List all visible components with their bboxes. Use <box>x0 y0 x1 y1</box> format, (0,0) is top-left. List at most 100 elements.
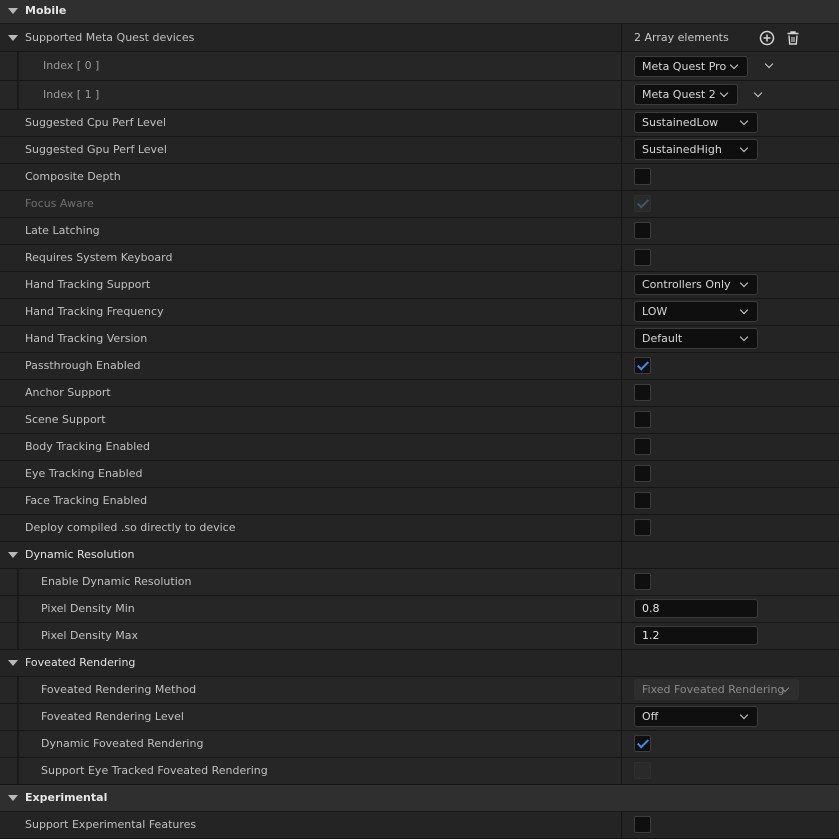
property-row-foveated-level: Foveated Rendering Level Off <box>0 704 839 731</box>
category-experimental[interactable]: Experimental <box>0 785 839 812</box>
group-dynamic-resolution[interactable]: Dynamic Resolution <box>0 542 839 569</box>
property-row-system-keyboard: Requires System Keyboard <box>0 245 839 272</box>
property-row-hand-tracking-version: Hand Tracking Version Default <box>0 326 839 353</box>
collapse-arrow-icon[interactable] <box>8 795 18 801</box>
chevron-down-icon <box>729 60 739 70</box>
category-title: Mobile <box>25 4 67 17</box>
property-row-enable-dynamic-resolution: Enable Dynamic Resolution <box>0 569 839 596</box>
experimental-features-checkbox[interactable] <box>634 816 651 833</box>
property-row-composite-depth: Composite Depth <box>0 164 839 191</box>
property-label: Support Eye Tracked Foveated Rendering <box>41 764 268 777</box>
property-row-supported-devices: Supported Meta Quest devices 2 Array ele… <box>0 24 839 52</box>
combo-value: Controllers Only <box>642 278 731 291</box>
checkmark-icon <box>636 358 650 371</box>
body-tracking-checkbox[interactable] <box>634 438 651 455</box>
property-label: Composite Depth <box>25 170 121 183</box>
property-label: Requires System Keyboard <box>25 251 173 264</box>
combo-value: LOW <box>642 305 668 318</box>
chevron-down-icon <box>719 88 729 98</box>
property-label: Foveated Rendering Level <box>41 710 184 723</box>
property-label: Body Tracking Enabled <box>25 440 151 453</box>
property-label: Dynamic Foveated Rendering <box>41 737 204 750</box>
deploy-so-checkbox[interactable] <box>634 519 651 536</box>
array-summary: 2 Array elements <box>634 31 729 44</box>
property-label: Pixel Density Min <box>41 602 135 615</box>
combo-value: SustainedLow <box>642 116 719 129</box>
composite-depth-checkbox[interactable] <box>634 168 651 185</box>
property-label: Passthrough Enabled <box>25 359 141 372</box>
property-label: Supported Meta Quest devices <box>25 31 195 44</box>
chevron-down-icon <box>739 278 749 288</box>
array-index-label: Index [ 0 ] <box>43 59 100 72</box>
property-label: Face Tracking Enabled <box>25 494 148 507</box>
scene-support-checkbox[interactable] <box>634 411 651 428</box>
plus-circle-icon[interactable] <box>759 30 775 46</box>
property-row-eye-tracking: Eye Tracking Enabled <box>0 461 839 488</box>
property-label: Scene Support <box>25 413 106 426</box>
details-panel: Mobile Supported Meta Quest devices 2 Ar… <box>0 0 839 839</box>
input-value: 0.8 <box>642 602 660 615</box>
property-row-deploy-so: Deploy compiled .so directly to device <box>0 515 839 542</box>
property-label: Focus Aware <box>25 197 94 210</box>
property-row-foveated-method: Foveated Rendering Method Fixed Foveated… <box>0 677 839 704</box>
element-options-chevron-icon[interactable] <box>753 88 763 98</box>
collapse-arrow-icon[interactable] <box>8 660 18 666</box>
hand-tracking-support-select[interactable]: Controllers Only <box>634 274 758 295</box>
passthrough-checkbox[interactable] <box>634 357 651 374</box>
property-row-experimental-features: Support Experimental Features <box>0 812 839 839</box>
foveated-level-select[interactable]: Off <box>634 706 758 727</box>
element-options-chevron-icon[interactable] <box>764 59 774 69</box>
dynamic-foveated-checkbox[interactable] <box>634 735 651 752</box>
property-row-late-latching: Late Latching <box>0 218 839 245</box>
chevron-down-icon <box>739 143 749 153</box>
property-label: Pixel Density Max <box>41 629 138 642</box>
array-element-row: Index [ 1 ] Meta Quest 2 <box>0 81 839 110</box>
property-label: Suggested Cpu Perf Level <box>25 116 167 129</box>
chevron-down-icon <box>739 332 749 342</box>
combo-value: Meta Quest Pro <box>642 60 727 73</box>
property-row-gpu-perf: Suggested Gpu Perf Level SustainedHigh <box>0 137 839 164</box>
category-mobile[interactable]: Mobile <box>0 0 839 24</box>
pixel-density-min-input[interactable]: 0.8 <box>634 599 758 618</box>
pixel-density-max-input[interactable]: 1.2 <box>634 626 758 645</box>
hand-tracking-frequency-select[interactable]: LOW <box>634 301 758 322</box>
array-element-row: Index [ 0 ] Meta Quest Pro <box>0 52 839 81</box>
category-title: Experimental <box>25 791 108 804</box>
chevron-down-icon <box>739 305 749 315</box>
combo-value: Meta Quest 2 <box>642 88 716 101</box>
property-label: Late Latching <box>25 224 100 237</box>
property-row-hand-tracking-support: Hand Tracking Support Controllers Only <box>0 272 839 299</box>
eye-tracked-foveated-checkbox <box>634 762 651 779</box>
device-select-0[interactable]: Meta Quest Pro <box>634 56 748 77</box>
property-label: Foveated Rendering Method <box>41 683 197 696</box>
expand-arrow-icon[interactable] <box>8 35 18 41</box>
property-row-cpu-perf: Suggested Cpu Perf Level SustainedLow <box>0 110 839 137</box>
chevron-down-icon <box>739 116 749 126</box>
collapse-arrow-icon[interactable] <box>8 552 18 558</box>
enable-dynamic-resolution-checkbox[interactable] <box>634 573 651 590</box>
eye-tracking-checkbox[interactable] <box>634 465 651 482</box>
gpu-perf-select[interactable]: SustainedHigh <box>634 139 758 160</box>
collapse-arrow-icon[interactable] <box>8 8 18 14</box>
combo-value: Off <box>642 710 659 723</box>
property-label: Support Experimental Features <box>25 818 197 831</box>
input-value: 1.2 <box>642 629 660 642</box>
checkmark-icon <box>636 196 650 209</box>
late-latching-checkbox[interactable] <box>634 222 651 239</box>
property-row-focus-aware: Focus Aware <box>0 191 839 218</box>
property-label: Hand Tracking Frequency <box>25 305 164 318</box>
hand-tracking-version-select[interactable]: Default <box>634 328 758 349</box>
system-keyboard-checkbox[interactable] <box>634 249 651 266</box>
cpu-perf-select[interactable]: SustainedLow <box>634 112 758 133</box>
property-label: Deploy compiled .so directly to device <box>25 521 236 534</box>
combo-value: Default <box>642 332 683 345</box>
trash-icon[interactable] <box>785 30 801 46</box>
array-index-label: Index [ 1 ] <box>43 88 100 101</box>
device-select-1[interactable]: Meta Quest 2 <box>634 84 738 105</box>
property-row-dynamic-foveated: Dynamic Foveated Rendering <box>0 731 839 758</box>
property-label: Anchor Support <box>25 386 111 399</box>
anchor-support-checkbox[interactable] <box>634 384 651 401</box>
group-foveated-rendering[interactable]: Foveated Rendering <box>0 650 839 677</box>
face-tracking-checkbox[interactable] <box>634 492 651 509</box>
property-label: Suggested Gpu Perf Level <box>25 143 167 156</box>
